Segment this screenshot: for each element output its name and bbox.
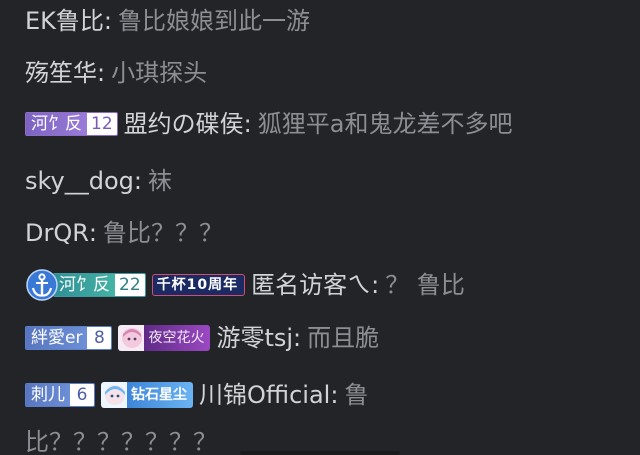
title-badge-text: 钻石星尘 [131, 387, 187, 403]
fan-medal[interactable]: 河饣反 12 [25, 112, 118, 136]
fan-medal-level: 8 [87, 327, 112, 349]
fan-medal-name: 絆愛er [26, 327, 88, 349]
message-text: 小琪探头 [111, 59, 208, 87]
chat-message: 河饣反 12 盟约の碟侯 : 狐狸平a和鬼龙差不多吧 [25, 109, 632, 139]
username[interactable]: EK鲁比 [25, 6, 104, 36]
chat-message: 殇笙华 : 小琪探头 [25, 58, 632, 88]
fan-medal[interactable]: 刺儿 6 [25, 383, 95, 407]
username[interactable]: 匿名访客ㄟ [251, 270, 371, 300]
fan-medal-level: 12 [87, 113, 117, 135]
message-text: 鲁比？？？ [103, 219, 224, 247]
message-text: 袜 [148, 167, 172, 195]
username[interactable]: DrQR [25, 218, 89, 248]
username[interactable]: 游零tsj [216, 323, 293, 353]
colon: : [133, 167, 142, 195]
fan-medal[interactable]: 絆愛er 8 [25, 326, 113, 350]
anniversary-badge: 千杯10周年 [151, 274, 246, 296]
chat-message: sky__dog : 袜 [25, 166, 632, 196]
username[interactable]: 殇笙华 [25, 58, 97, 88]
title-badge: 钻石星尘 [101, 382, 193, 408]
fan-medal[interactable]: 河饣反 22 [53, 273, 146, 297]
danmaku-chat-list: EK鲁比 : 鲁比娘娘到此一游 殇笙华 : 小琪探头 河饣反 12 盟约の碟侯 … [0, 0, 640, 455]
username[interactable]: sky__dog [25, 166, 134, 196]
title-badge: 夜空花火 [118, 325, 211, 351]
fan-medal-level: 6 [70, 384, 94, 406]
message-text: 而且脆 [307, 324, 380, 352]
message-text: 比？？？？？？？ [25, 428, 217, 455]
colon: : [330, 381, 339, 409]
colon: : [371, 271, 380, 299]
chat-message: EK鲁比 : 鲁比娘娘到此一游 [25, 6, 632, 36]
chat-message: 絆愛er 8 夜空花火 游零tsj : 而且脆 [25, 323, 632, 353]
colon: : [243, 110, 252, 138]
username[interactable]: 盟约の碟侯 [124, 109, 244, 139]
colon: : [293, 324, 302, 352]
anime-avatar-icon [105, 385, 125, 405]
message-text: ？ 鲁比 [385, 271, 465, 299]
message-text: 狐狸平a和鬼龙差不多吧 [257, 110, 513, 138]
chat-message: 河饣反 22 千杯10周年 匿名访客ㄟ : ？ 鲁比 [25, 268, 632, 302]
message-text: 鲁 [344, 381, 369, 409]
anchor-icon [25, 268, 59, 302]
title-badge-text: 夜空花火 [148, 330, 205, 346]
chat-message: 刺儿 6 钻石星尘 川锦Official : 鲁 [25, 380, 632, 410]
username[interactable]: 川锦Official [199, 380, 330, 410]
message-text: 鲁比娘娘到此一游 [118, 7, 310, 35]
fan-medal-name: 河饣反 [54, 274, 115, 296]
fan-medal-name: 刺儿 [26, 384, 70, 406]
colon: : [88, 219, 98, 247]
anime-avatar-icon [122, 328, 143, 348]
bottom-scroll-indicator [240, 451, 400, 455]
chat-message: DrQR : 鲁比？？？ [25, 218, 632, 248]
colon: : [103, 7, 112, 35]
fan-medal-name: 河饣反 [26, 113, 87, 135]
colon: : [97, 59, 106, 87]
fan-medal-level: 22 [115, 274, 145, 296]
